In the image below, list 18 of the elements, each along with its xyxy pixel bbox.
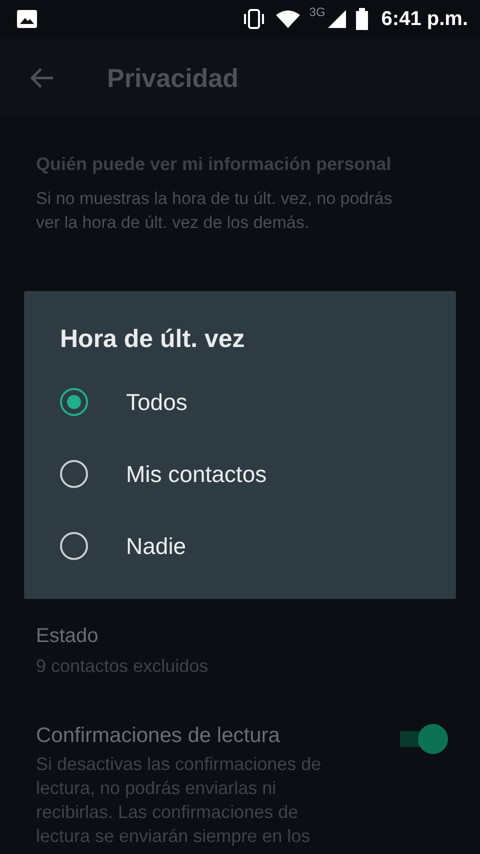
- section-description: Si no muestras la hora de tu últ. vez, no podrás ver la hora de últ. vez de los demás.: [36, 188, 394, 234]
- network-type: 3G: [309, 5, 326, 19]
- status-time: 6:41 p.m.: [381, 8, 468, 30]
- option-label[interactable]: Mis contactos: [126, 460, 267, 488]
- battery-icon: [355, 8, 370, 30]
- wifi-icon: [275, 9, 302, 29]
- option-label[interactable]: Nadie: [126, 532, 186, 560]
- radio-button[interactable]: [60, 388, 88, 416]
- dialog-title: Hora de últ. vez: [60, 325, 246, 354]
- signal-icon: [327, 9, 348, 29]
- screen-title: Privacidad: [107, 62, 239, 94]
- back-arrow-icon[interactable]: [29, 67, 55, 89]
- gallery-icon: [17, 10, 37, 28]
- setting-title[interactable]: Estado: [36, 625, 444, 648]
- radio-button[interactable]: [60, 460, 88, 488]
- radio-button[interactable]: [60, 532, 88, 560]
- option-label[interactable]: Todos: [126, 388, 188, 416]
- setting-title[interactable]: Confirmaciones de lectura: [36, 724, 398, 748]
